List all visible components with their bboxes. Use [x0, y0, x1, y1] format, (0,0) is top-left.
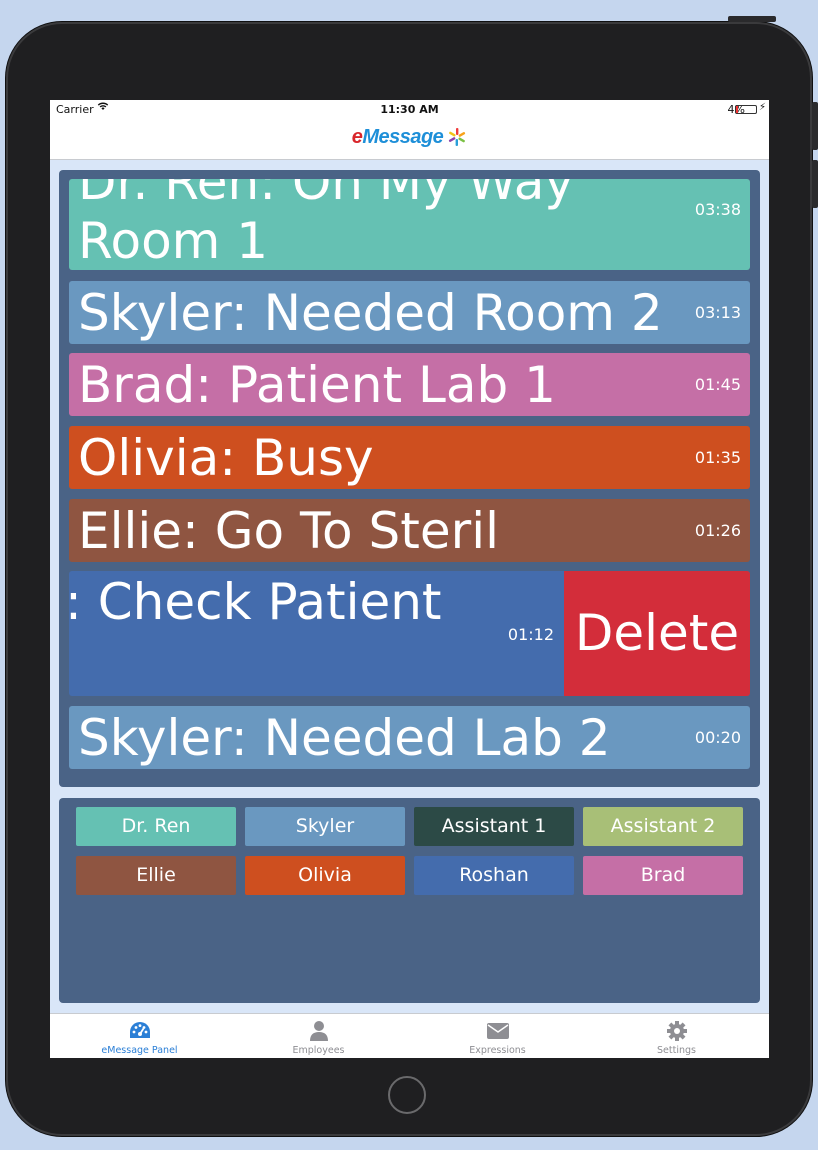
staff-button-skyler[interactable]: Skyler	[245, 807, 405, 846]
tab-label: Expressions	[469, 1045, 526, 1056]
charging-icon: ⚡	[758, 102, 766, 113]
power-button	[728, 16, 776, 22]
message-text: Brad: Patient Lab 1	[78, 356, 556, 414]
person-icon	[310, 1021, 328, 1041]
screen: Carrier 11:30 AM 4% ⚡ eMessage Dr. Ren: …	[50, 100, 769, 1058]
message-text: Skyler: Needed Lab 2	[78, 709, 611, 767]
message-text: Olivia: Busy	[78, 429, 374, 487]
message-text: Ellie: Go To Steril	[78, 502, 499, 560]
message-text: Dr. Ren: On My Way	[78, 179, 574, 211]
tab-expressions[interactable]: Expressions	[408, 1014, 587, 1058]
tab-label: Settings	[657, 1045, 696, 1056]
message-row[interactable]: Brad: Patient Lab 1 01:45	[69, 353, 750, 416]
message-row[interactable]: Skyler: Needed Room 2 03:13	[69, 281, 750, 344]
nav-bar: eMessage	[50, 120, 769, 160]
delete-button[interactable]: Delete	[564, 571, 750, 696]
message-row[interactable]: Dr. Ren: On My Way Room 1 03:38	[69, 179, 750, 270]
tab-settings[interactable]: Settings	[587, 1014, 766, 1058]
staff-button-ellie[interactable]: Ellie	[76, 856, 236, 895]
tab-employees[interactable]: Employees	[229, 1014, 408, 1058]
tab-label: Employees	[292, 1045, 345, 1056]
battery-icon	[735, 105, 757, 114]
message-text-line2: Room 1	[78, 212, 269, 270]
volume-down-button	[812, 160, 818, 208]
message-row[interactable]: Olivia: Busy 01:35	[69, 426, 750, 489]
home-button[interactable]	[388, 1076, 426, 1114]
staff-button-dr-ren[interactable]: Dr. Ren	[76, 807, 236, 846]
dashboard-icon	[130, 1022, 150, 1038]
message-row[interactable]: Skyler: Needed Lab 2 00:20	[69, 706, 750, 769]
volume-up-button	[812, 102, 818, 150]
message-panel[interactable]: Dr. Ren: On My Way Room 1 03:38 Skyler: …	[59, 170, 760, 787]
envelope-icon	[487, 1023, 509, 1039]
tab-bar: eMessage Panel Employees Expressions Set…	[50, 1013, 769, 1058]
staff-panel: Dr. Ren Skyler Assistant 1 Assistant 2 E…	[59, 798, 760, 1003]
tab-label: eMessage Panel	[101, 1045, 178, 1056]
tab-emessage-panel[interactable]: eMessage Panel	[50, 1014, 229, 1058]
message-time: 03:13	[694, 303, 741, 322]
logo-star-icon	[447, 127, 467, 147]
message-text: Skyler: Needed Room 2	[78, 284, 663, 342]
staff-button-roshan[interactable]: Roshan	[414, 856, 574, 895]
clock: 11:30 AM	[380, 103, 439, 116]
message-time: 00:20	[694, 728, 741, 747]
status-bar: Carrier 11:30 AM 4% ⚡	[50, 100, 769, 120]
message-text: : Check Patient	[69, 573, 442, 631]
message-time: 01:45	[694, 375, 741, 394]
message-time: 01:26	[694, 521, 741, 540]
gear-icon	[667, 1021, 687, 1041]
staff-button-assistant-1[interactable]: Assistant 1	[414, 807, 574, 846]
staff-button-olivia[interactable]: Olivia	[245, 856, 405, 895]
app-logo: eMessage	[352, 126, 468, 149]
staff-button-brad[interactable]: Brad	[583, 856, 743, 895]
message-row-swiped[interactable]: : Check Patient 01:12 Delete	[69, 571, 750, 696]
staff-button-assistant-2[interactable]: Assistant 2	[583, 807, 743, 846]
message-time: 01:35	[694, 448, 741, 467]
message-time: 01:12	[507, 625, 554, 644]
message-row[interactable]: Ellie: Go To Steril 01:26	[69, 499, 750, 562]
message-time: 03:38	[694, 200, 741, 219]
